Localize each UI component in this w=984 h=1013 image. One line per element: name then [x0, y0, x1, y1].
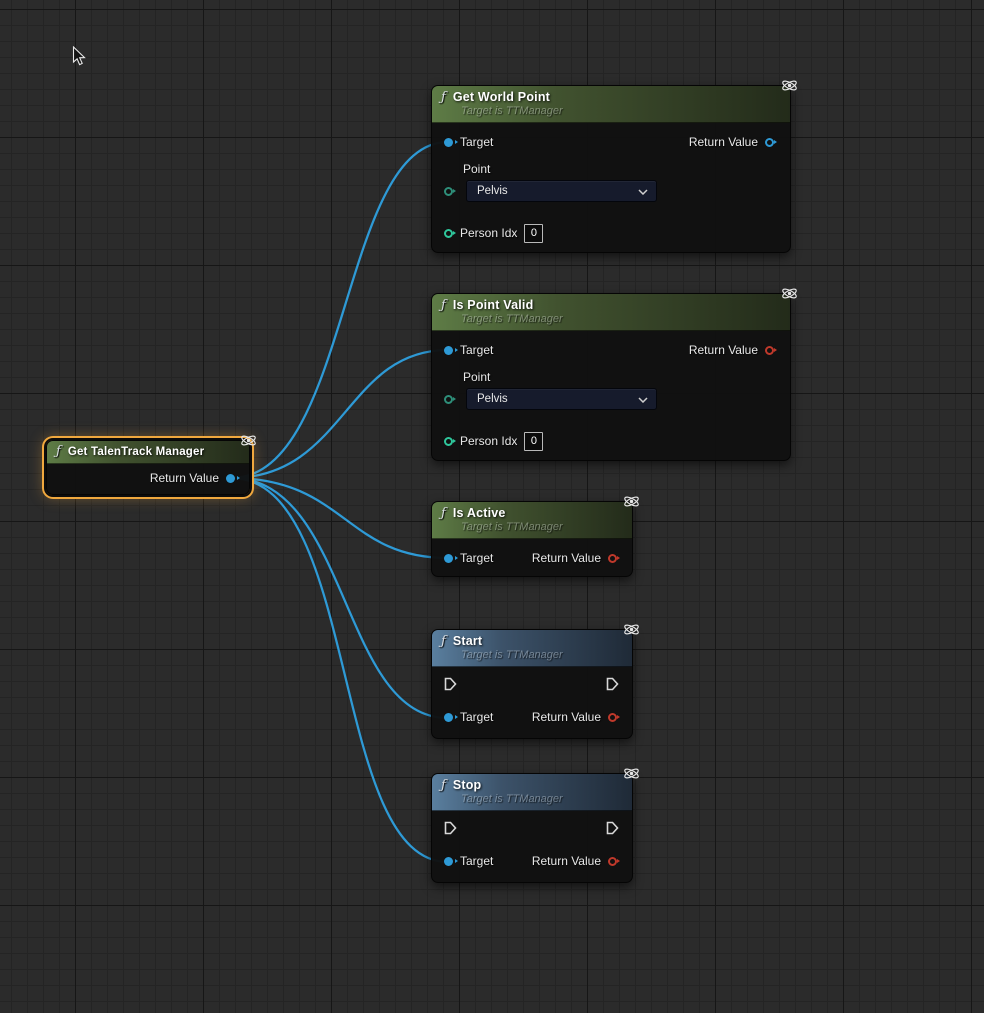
node-title: Stop: [453, 778, 482, 792]
node-start[interactable]: ƒ Start Target is TTManager Target Retur…: [431, 629, 633, 739]
person-idx-input[interactable]: 0: [524, 224, 543, 243]
function-icon: ƒ: [441, 779, 446, 792]
function-icon: ƒ: [441, 299, 446, 312]
node-header[interactable]: ƒ Stop Target is TTManager: [432, 774, 632, 811]
wire[interactable]: [231, 350, 448, 478]
pin-label: Target: [460, 551, 493, 565]
pin-label: Target: [460, 854, 493, 868]
wire[interactable]: [231, 478, 448, 558]
node-subtitle: Target is TTManager: [461, 105, 780, 117]
person-idx-input[interactable]: 0: [524, 432, 543, 451]
return-value-pin[interactable]: [608, 713, 617, 722]
point-dropdown[interactable]: Pelvis: [466, 388, 657, 410]
pin-label: Target: [460, 343, 493, 357]
function-icon: ƒ: [441, 507, 446, 520]
dropdown-value: Pelvis: [477, 393, 508, 405]
return-value-pin[interactable]: [765, 138, 774, 147]
wire[interactable]: [231, 478, 448, 862]
function-icon: ƒ: [56, 445, 61, 458]
node-subtitle: Target is TTManager: [461, 649, 622, 661]
return-value-pin[interactable]: [608, 554, 617, 563]
node-subtitle: Target is TTManager: [461, 313, 780, 325]
return-value-pin[interactable]: [765, 346, 774, 355]
node-header[interactable]: ƒ Get World Point Target is TTManager: [432, 86, 790, 123]
exec-out-pin[interactable]: [606, 821, 619, 840]
node-is-active[interactable]: ƒ Is Active Target is TTManager Target R…: [431, 501, 633, 577]
pin-label: Return Value: [532, 551, 601, 565]
point-pin[interactable]: [444, 395, 453, 404]
pin-label: Target: [460, 710, 493, 724]
node-header[interactable]: ƒ Start Target is TTManager: [432, 630, 632, 667]
dropdown-value: Pelvis: [477, 185, 508, 197]
node-title: Start: [453, 634, 482, 648]
node-subtitle: Target is TTManager: [461, 793, 622, 805]
node-is-point-valid[interactable]: ƒ Is Point Valid Target is TTManager Tar…: [431, 293, 791, 461]
target-pin[interactable]: [444, 138, 453, 147]
pin-label: Target: [460, 135, 493, 149]
person-idx-pin[interactable]: [444, 229, 453, 238]
node-get-world-point[interactable]: ƒ Get World Point Target is TTManager Ta…: [431, 85, 791, 253]
node-title: Get TalenTrack Manager: [68, 446, 205, 458]
pin-label: Return Value: [150, 471, 219, 485]
exec-out-pin[interactable]: [606, 677, 619, 696]
exec-in-pin[interactable]: [444, 821, 457, 840]
pin-label: Point: [463, 161, 790, 177]
node-title: Is Active: [453, 506, 506, 520]
target-pin[interactable]: [444, 857, 453, 866]
function-icon: ƒ: [441, 91, 446, 104]
return-value-pin[interactable]: [608, 857, 617, 866]
pin-label: Return Value: [689, 343, 758, 357]
graph-canvas[interactable]: ƒ Get TalenTrack Manager Return Value ƒ …: [0, 0, 984, 1013]
node-get-talentrack-manager[interactable]: ƒ Get TalenTrack Manager Return Value: [46, 440, 250, 495]
pin-label: Point: [463, 369, 790, 385]
point-dropdown[interactable]: Pelvis: [466, 180, 657, 202]
pin-label: Return Value: [532, 854, 601, 868]
wire[interactable]: [231, 142, 448, 478]
chevron-down-icon: [638, 390, 648, 408]
return-value-pin[interactable]: [226, 474, 235, 483]
point-pin[interactable]: [444, 187, 453, 196]
node-header[interactable]: ƒ Get TalenTrack Manager: [47, 441, 249, 464]
target-pin[interactable]: [444, 713, 453, 722]
pin-label: Person Idx: [460, 434, 517, 448]
target-pin[interactable]: [444, 554, 453, 563]
node-stop[interactable]: ƒ Stop Target is TTManager Target Return…: [431, 773, 633, 883]
function-icon: ƒ: [441, 635, 446, 648]
node-header[interactable]: ƒ Is Point Valid Target is TTManager: [432, 294, 790, 331]
node-subtitle: Target is TTManager: [461, 521, 622, 533]
person-idx-pin[interactable]: [444, 437, 453, 446]
chevron-down-icon: [638, 182, 648, 200]
node-title: Is Point Valid: [453, 298, 534, 312]
exec-in-pin[interactable]: [444, 677, 457, 696]
node-title: Get World Point: [453, 90, 550, 104]
pin-label: Return Value: [689, 135, 758, 149]
node-header[interactable]: ƒ Is Active Target is TTManager: [432, 502, 632, 539]
pin-label: Return Value: [532, 710, 601, 724]
target-pin[interactable]: [444, 346, 453, 355]
pin-label: Person Idx: [460, 226, 517, 240]
mouse-cursor: [72, 46, 87, 72]
